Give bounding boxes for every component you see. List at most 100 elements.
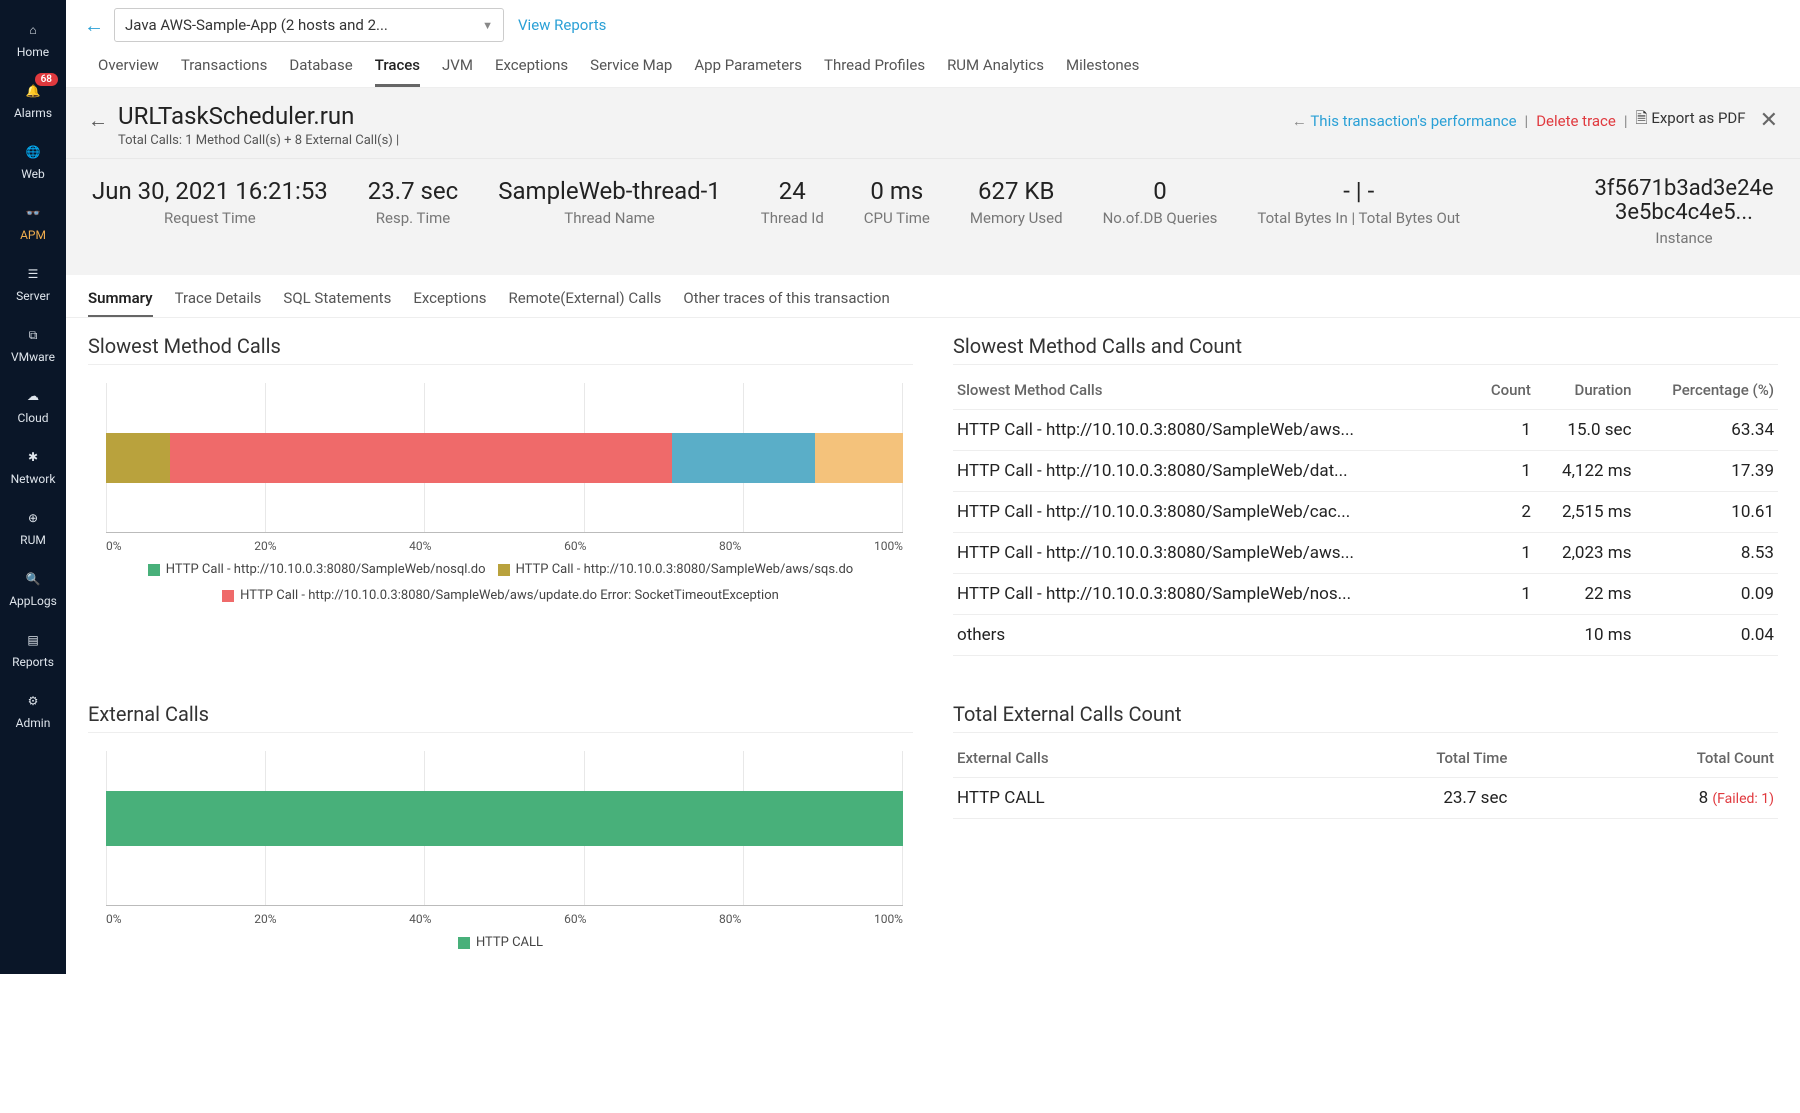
tab-transactions[interactable]: Transactions <box>181 56 268 87</box>
table-row[interactable]: HTTP Call - http://10.10.0.3:8080/Sample… <box>953 533 1778 574</box>
sub-tabs: Summary Trace Details SQL Statements Except… <box>66 275 1800 318</box>
column-header[interactable]: Count <box>1473 371 1535 410</box>
legend-item[interactable]: HTTP Call - http://10.10.0.3:8080/Sample… <box>498 559 854 581</box>
tab-traces[interactable]: Traces <box>375 56 420 87</box>
chart-segment[interactable] <box>815 433 903 483</box>
legend-swatch <box>222 590 234 602</box>
tab-service-map[interactable]: Service Map <box>590 56 672 87</box>
tab-thread-profiles[interactable]: Thread Profiles <box>824 56 925 87</box>
table-row[interactable]: HTTP Call - http://10.10.0.3:8080/Sample… <box>953 451 1778 492</box>
table-row[interactable]: HTTP Call - http://10.10.0.3:8080/Sample… <box>953 492 1778 533</box>
cell-duration: 2,023 ms <box>1535 533 1636 574</box>
subtab-sql-statements[interactable]: SQL Statements <box>283 289 391 317</box>
tab-exceptions[interactable]: Exceptions <box>495 56 568 87</box>
section-title: Total External Calls Count <box>953 702 1778 733</box>
tab-database[interactable]: Database <box>289 56 352 87</box>
subtab-exceptions[interactable]: Exceptions <box>413 289 486 317</box>
back-arrow-icon[interactable]: ← <box>88 108 108 133</box>
stat-thread-name: SampleWeb-thread-1Thread Name <box>498 177 721 247</box>
table-row[interactable]: others10 ms0.04 <box>953 615 1778 656</box>
stat-label: Instance <box>1594 229 1774 247</box>
cell-name: HTTP Call - http://10.10.0.3:8080/Sample… <box>953 492 1473 533</box>
column-header[interactable]: Slowest Method Calls <box>953 371 1473 410</box>
subtab-other-traces-of-this-transaction[interactable]: Other traces of this transaction <box>683 289 889 317</box>
sidebar-item-vmware[interactable]: ⧉VMware <box>0 313 66 374</box>
cell-name: HTTP CALL <box>953 778 1264 819</box>
tab-overview[interactable]: Overview <box>98 56 159 87</box>
tab-rum-analytics[interactable]: RUM Analytics <box>947 56 1044 87</box>
server-icon: ☰ <box>21 262 45 286</box>
sidebar-item-label: APM <box>20 228 46 242</box>
table-row[interactable]: HTTP Call - http://10.10.0.3:8080/Sample… <box>953 410 1778 451</box>
table-row[interactable]: HTTP CALL23.7 sec8 (Failed: 1) <box>953 778 1778 819</box>
stat-request-time: Jun 30, 2021 16:21:53Request Time <box>92 177 328 247</box>
delete-trace-link[interactable]: Delete trace <box>1536 112 1616 130</box>
subtab-remote-external-calls[interactable]: Remote(External) Calls <box>509 289 662 317</box>
sidebar-item-applogs[interactable]: 🔍AppLogs <box>0 557 66 618</box>
sidebar-item-label: VMware <box>11 350 55 364</box>
cell-duration: 2,515 ms <box>1535 492 1636 533</box>
stat-instance: 3f5671b3ad3e24e3e5bc4c4e5...Instance <box>1594 177 1774 247</box>
subtab-summary[interactable]: Summary <box>88 289 153 317</box>
sidebar-item-reports[interactable]: ▤Reports <box>0 618 66 679</box>
chart-segment[interactable] <box>170 433 672 483</box>
chart-segment[interactable] <box>672 433 815 483</box>
cell-duration: 22 ms <box>1535 574 1636 615</box>
sidebar-item-network[interactable]: ✱Network <box>0 435 66 496</box>
sidebar-item-web[interactable]: 🌐Web <box>0 130 66 191</box>
export-pdf-link[interactable]: 🗎 Export as PDF <box>1636 108 1746 133</box>
sidebar-item-label: Web <box>21 167 45 181</box>
chart-segment[interactable] <box>106 791 903 846</box>
chevron-down-icon: ▼ <box>482 19 493 32</box>
column-header[interactable]: Duration <box>1535 371 1636 410</box>
sidebar-item-home[interactable]: ⌂Home <box>0 8 66 69</box>
search-icon: 🔍 <box>21 567 45 591</box>
sidebar-item-label: Admin <box>16 716 51 730</box>
slowest-method-calls-chart: 0%20%40%60%80%100% HTTP Call - http://10… <box>88 383 913 609</box>
tab-milestones[interactable]: Milestones <box>1066 56 1139 87</box>
sidebar-item-rum[interactable]: ⊕RUM <box>0 496 66 557</box>
app-selector-dropdown[interactable]: Java AWS-Sample-App (2 hosts and 2... ▼ <box>114 8 504 42</box>
legend-item[interactable]: HTTP CALL <box>458 932 543 954</box>
stat-label: Thread Id <box>761 209 824 227</box>
tab-jvm[interactable]: JVM <box>442 56 473 87</box>
sidebar-item-cloud[interactable]: ☁ Cloud <box>0 374 66 435</box>
cell-count: 2 <box>1473 492 1535 533</box>
cell-name: HTTP Call - http://10.10.0.3:8080/Sample… <box>953 451 1473 492</box>
cell-duration: 4,122 ms <box>1535 451 1636 492</box>
home-icon: ⌂ <box>21 18 45 42</box>
sidebar-item-admin[interactable]: ⚙Admin <box>0 679 66 740</box>
trace-header: ← URLTaskScheduler.run Total Calls: 1 Me… <box>66 88 1800 158</box>
table-row[interactable]: HTTP Call - http://10.10.0.3:8080/Sample… <box>953 574 1778 615</box>
stat-memory-used: 627 KBMemory Used <box>970 177 1063 247</box>
chart-segment[interactable] <box>106 433 170 483</box>
cell-count: 1 <box>1473 451 1535 492</box>
cell-percentage: 0.04 <box>1635 615 1778 656</box>
column-header[interactable]: External Calls <box>953 739 1264 778</box>
cell-name: HTTP Call - http://10.10.0.3:8080/Sample… <box>953 574 1473 615</box>
legend-item[interactable]: HTTP Call - http://10.10.0.3:8080/Sample… <box>148 559 486 581</box>
legend-swatch <box>148 564 160 576</box>
tab-app-parameters[interactable]: App Parameters <box>694 56 802 87</box>
sidebar-item-label: Cloud <box>18 411 49 425</box>
slowest-method-calls-chart-section: Slowest Method Calls 0%20%40%60%80%100% … <box>88 334 913 656</box>
subtab-trace-details[interactable]: Trace Details <box>175 289 262 317</box>
column-header[interactable]: Percentage (%) <box>1635 371 1778 410</box>
back-arrow-icon[interactable]: ← <box>84 13 104 38</box>
sidebar-item-alarms[interactable]: 68🔔Alarms <box>0 69 66 130</box>
close-icon[interactable]: ✕ <box>1760 108 1778 133</box>
sidebar-item-apm[interactable]: 👓APM <box>0 191 66 252</box>
column-header[interactable]: Total Time <box>1264 739 1511 778</box>
cloud-icon: ☁ <box>21 384 45 408</box>
legend-item[interactable]: HTTP Call - http://10.10.0.3:8080/Sample… <box>222 585 779 607</box>
badge: 68 <box>35 73 58 86</box>
stat-value: 24 <box>761 177 824 205</box>
view-reports-link[interactable]: View Reports <box>518 16 606 34</box>
trace-subtitle: Total Calls: 1 Method Call(s) + 8 Extern… <box>118 133 399 148</box>
stat-label: No.of.DB Queries <box>1103 209 1218 227</box>
transaction-performance-link[interactable]: This transaction's performance <box>1292 112 1517 130</box>
sidebar-item-server[interactable]: ☰Server <box>0 252 66 313</box>
cell-percentage: 0.09 <box>1635 574 1778 615</box>
legend-swatch <box>458 937 470 949</box>
column-header[interactable]: Total Count <box>1511 739 1778 778</box>
